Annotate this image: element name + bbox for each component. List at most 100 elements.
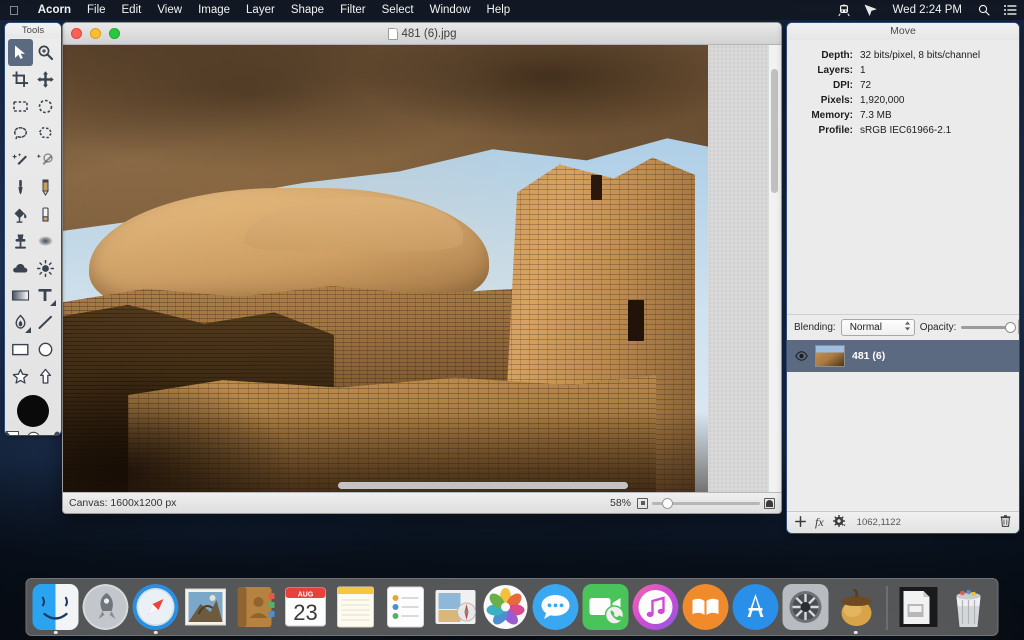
menu-item-edit[interactable]: Edit: [114, 0, 150, 20]
search-icon[interactable]: [971, 4, 997, 16]
notification-center-icon[interactable]: [997, 4, 1024, 16]
dock-item-itunes[interactable]: [633, 584, 679, 630]
rect-select-tool[interactable]: [8, 93, 33, 120]
layer-list[interactable]: 481 (6): [787, 340, 1019, 512]
dock-item-ibooks[interactable]: [683, 584, 729, 630]
dock-item-app-store[interactable]: [733, 584, 779, 630]
dock-item-safari[interactable]: [133, 584, 179, 630]
horizontal-scrollbar-track[interactable]: [63, 479, 768, 492]
white-circle-swatch[interactable]: [26, 431, 41, 436]
dock-item-calendar[interactable]: AUG 23: [283, 584, 329, 630]
canvas-image[interactable]: [63, 45, 708, 492]
zoom-out-icon[interactable]: [637, 498, 648, 509]
foreground-background-swatch[interactable]: [6, 431, 21, 436]
apple-logo-icon[interactable]: : [0, 4, 30, 17]
eyedropper-icon[interactable]: [46, 431, 61, 436]
menu-bar-clock[interactable]: Wed 2:24 PM: [884, 4, 971, 16]
smudge-tool[interactable]: [33, 228, 58, 255]
menu-item-image[interactable]: Image: [190, 0, 238, 20]
ellipse-shape-tool[interactable]: [33, 336, 58, 363]
blur-tool[interactable]: [8, 255, 33, 282]
menu-item-acorn[interactable]: Acorn: [30, 0, 79, 20]
info-row-layers: Layers: 1: [787, 63, 1009, 78]
zoom-slider-knob[interactable]: [662, 498, 673, 509]
canvas-area[interactable]: [63, 45, 781, 492]
chevron-up-down-icon: [904, 320, 911, 334]
menu-item-view[interactable]: View: [149, 0, 190, 20]
line-tool[interactable]: [33, 309, 58, 336]
opacity-slider-track[interactable]: [961, 326, 1013, 329]
crop-tool[interactable]: [8, 66, 33, 93]
rectangle-shape-tool[interactable]: [8, 336, 33, 363]
menu-item-file[interactable]: File: [79, 0, 114, 20]
menu-item-shape[interactable]: Shape: [283, 0, 332, 20]
tools-grid: [5, 38, 61, 391]
text-tool[interactable]: [33, 282, 58, 309]
dock-item-system-preferences[interactable]: [783, 584, 829, 630]
layer-footer-toolbar: fx 1062,1122: [787, 511, 1019, 533]
move-tool[interactable]: [8, 39, 33, 66]
eraser-tool[interactable]: [33, 201, 58, 228]
arrow-shape-tool[interactable]: [33, 363, 58, 390]
layer-name[interactable]: 481 (6): [852, 350, 885, 362]
dock-item-reminders[interactable]: [383, 584, 429, 630]
bezier-pen-tool[interactable]: [8, 309, 33, 336]
horizontal-scrollbar-thumb[interactable]: [338, 482, 628, 489]
eye-visibility-icon[interactable]: [795, 351, 808, 361]
trash-icon[interactable]: [1000, 515, 1011, 530]
menu-item-help[interactable]: Help: [479, 0, 519, 20]
dock-item-mail[interactable]: [183, 584, 229, 630]
gear-icon[interactable]: [833, 515, 846, 530]
magic-wand-tool[interactable]: [8, 147, 33, 174]
pan-tool[interactable]: [33, 66, 58, 93]
zoom-tool[interactable]: [33, 39, 58, 66]
dodge-tool[interactable]: [33, 255, 58, 282]
star-shape-tool[interactable]: [8, 363, 33, 390]
reminders-icon: [383, 584, 429, 630]
menu-item-filter[interactable]: Filter: [332, 0, 374, 20]
fx-button[interactable]: fx: [815, 515, 824, 530]
dock-item-facetime[interactable]: [583, 584, 629, 630]
dock-item-photo-booth[interactable]: [433, 584, 479, 630]
paint-bucket-tool[interactable]: [8, 201, 33, 228]
calendar-icon: AUG 23: [283, 584, 329, 630]
blending-bar: Blending: Normal Opacity: 100%: [787, 314, 1019, 340]
brush-tool[interactable]: [8, 174, 33, 201]
opacity-value-field[interactable]: 100%: [1018, 319, 1020, 335]
menu-item-window[interactable]: Window: [422, 0, 479, 20]
polygon-lasso-tool[interactable]: [33, 120, 58, 147]
document-titlebar[interactable]: 481 (6).jpg: [63, 23, 781, 45]
zoom-slider-track[interactable]: [652, 502, 760, 505]
dock-item-contacts[interactable]: [233, 584, 279, 630]
dock-item-acorn[interactable]: [833, 584, 879, 630]
ellipse-select-tool[interactable]: [33, 93, 58, 120]
opacity-slider[interactable]: [961, 326, 1013, 329]
photo-booth-icon: [433, 584, 479, 630]
table-row[interactable]: 481 (6): [787, 340, 1019, 372]
pencil-tool[interactable]: [33, 174, 58, 201]
dock-item-downloads-stack[interactable]: [896, 584, 942, 630]
dock-item-launchpad[interactable]: [83, 584, 129, 630]
zoom-in-icon[interactable]: [764, 498, 775, 509]
instant-alpha-tool[interactable]: [33, 147, 58, 174]
dock-item-notes[interactable]: [333, 584, 379, 630]
gradient-tool[interactable]: [8, 282, 33, 309]
dock-item-photos[interactable]: [483, 584, 529, 630]
mail-icon: [183, 584, 229, 630]
opacity-slider-knob[interactable]: [1005, 322, 1016, 333]
menu-item-select[interactable]: Select: [374, 0, 422, 20]
dock-item-messages[interactable]: [533, 584, 579, 630]
menu-item-layer[interactable]: Layer: [238, 0, 283, 20]
dock-item-finder[interactable]: [33, 584, 79, 630]
cursor-arrow-icon[interactable]: [857, 4, 884, 17]
blending-mode-select[interactable]: Normal: [841, 319, 915, 336]
lasso-tool[interactable]: [8, 120, 33, 147]
dock-item-trash[interactable]: [946, 584, 992, 630]
tram-icon[interactable]: [831, 4, 857, 17]
vertical-scrollbar-track[interactable]: [768, 45, 781, 492]
plus-icon[interactable]: [795, 516, 806, 530]
vertical-scrollbar-thumb[interactable]: [771, 69, 778, 193]
info-value-memory: 7.3 MB: [860, 108, 1009, 123]
zoom-slider[interactable]: [637, 498, 775, 509]
clone-stamp-tool[interactable]: [8, 228, 33, 255]
